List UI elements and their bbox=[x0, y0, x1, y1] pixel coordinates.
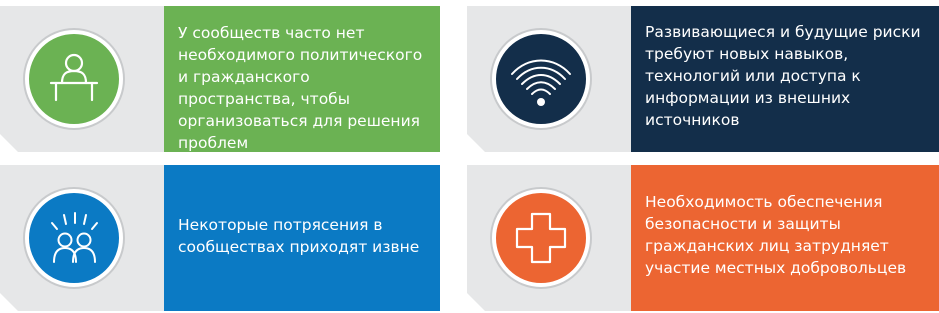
icon-panel bbox=[467, 165, 631, 311]
card-text-panel: У сообществ часто нет необходимого полит… bbox=[164, 6, 440, 152]
card-text: Развивающиеся и будущие риски требуют но… bbox=[645, 23, 921, 129]
card-text-panel: Развивающиеся и будущие риски требуют но… bbox=[631, 6, 939, 152]
card-text: У сообществ часто нет необходимого полит… bbox=[178, 24, 423, 152]
icon-panel bbox=[0, 6, 164, 152]
person-at-desk-icon bbox=[25, 30, 123, 128]
info-card-emerging-risks: Развивающиеся и будущие риски требуют но… bbox=[467, 6, 939, 152]
medical-cross-icon bbox=[492, 189, 590, 287]
card-text-panel: Необходимость обеспечения безопасности и… bbox=[631, 165, 939, 311]
icon-panel bbox=[0, 165, 164, 311]
info-card-external-shocks: Некоторые потрясения в сообществах прихо… bbox=[0, 165, 440, 311]
card-text: Некоторые потрясения в сообществах прихо… bbox=[178, 216, 420, 256]
wifi-signal-icon bbox=[492, 30, 590, 128]
info-card-safety-volunteers: Необходимость обеспечения безопасности и… bbox=[467, 165, 939, 311]
info-card-political-space: У сообществ часто нет необходимого полит… bbox=[0, 6, 440, 152]
card-text-panel: Некоторые потрясения в сообществах прихо… bbox=[164, 165, 440, 311]
card-text: Необходимость обеспечения безопасности и… bbox=[645, 193, 907, 277]
shocked-people-icon bbox=[25, 189, 123, 287]
icon-panel bbox=[467, 6, 631, 152]
